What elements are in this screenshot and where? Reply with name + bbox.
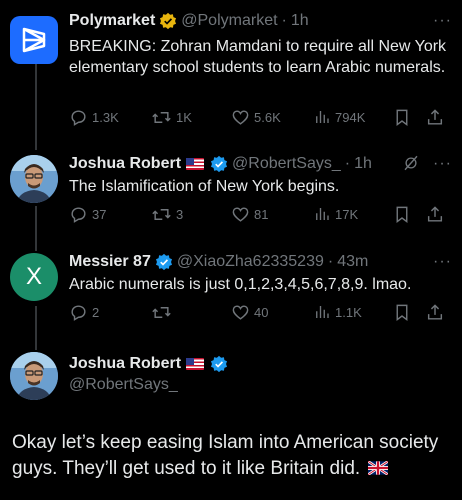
repost-count: 3 — [176, 206, 184, 222]
grok-icon[interactable] — [402, 154, 420, 177]
views-button[interactable]: 794K — [313, 108, 365, 126]
bookmark-icon — [396, 304, 408, 321]
reply-icon — [71, 206, 86, 223]
reply-count: 1.3K — [92, 109, 119, 125]
author-handle[interactable]: @XiaoZha62335239 — [177, 253, 324, 271]
author-handle[interactable]: @Polymarket — [181, 12, 277, 30]
like-button[interactable]: 5.6K — [231, 108, 281, 127]
avatar-letter: X — [25, 263, 42, 290]
view-count: 1.1K — [335, 304, 362, 320]
repost-button[interactable]: 3 — [151, 205, 183, 224]
repost-icon — [152, 306, 171, 318]
tweet-text: The Islamification of New York begins. — [69, 178, 340, 195]
blue-verified-badge-icon — [155, 253, 173, 271]
blue-verified-badge-icon — [210, 355, 228, 373]
tweet-header: Joshua Robert @RobertSays_ · 1h ··· — [69, 153, 452, 175]
timestamp[interactable]: 43m — [337, 253, 368, 271]
main-author-name[interactable]: Joshua Robert — [69, 355, 181, 373]
repost-button[interactable]: 1K — [151, 108, 192, 127]
tweet-header: Polymarket @Polymarket · 1h ··· — [69, 10, 452, 32]
tweet-header: Messier 87 @XiaoZha62335239 · 43m ··· — [69, 251, 452, 273]
bookmark-icon — [396, 109, 408, 126]
repost-icon — [152, 111, 171, 123]
author-name[interactable]: Joshua Robert — [69, 155, 181, 173]
tweet-joshua-robert[interactable]: Joshua Robert @RobertSays_ · 1h ··· The … — [0, 153, 462, 233]
share-button[interactable] — [426, 205, 444, 224]
more-options-icon[interactable]: ··· — [433, 12, 452, 30]
tweet-messier-87[interactable]: X Messier 87 @XiaoZha62335239 · 43m ··· … — [0, 251, 462, 331]
repost-count: 1K — [176, 109, 192, 125]
uk-flag-icon — [367, 457, 389, 476]
main-tweet[interactable]: Joshua Robert @RobertSays_ Okay let’s ke… — [0, 350, 462, 500]
like-button[interactable]: 40 — [231, 303, 268, 322]
share-button[interactable] — [426, 303, 444, 322]
views-chart-icon — [316, 208, 329, 220]
share-icon — [427, 108, 443, 125]
separator-dot: · — [281, 12, 287, 29]
share-icon — [427, 205, 443, 222]
view-count: 794K — [335, 109, 366, 125]
tweet-text: Arabic numerals is just 0,1,2,3,4,5,6,7,… — [69, 276, 412, 293]
bookmark-button[interactable] — [393, 205, 411, 224]
reply-button[interactable]: 1.3K — [69, 108, 119, 127]
main-tweet-text: Okay let’s keep easing Islam into Americ… — [12, 430, 452, 482]
like-count: 5.6K — [254, 109, 281, 125]
tweet-actions: 2 40 1.1K — [69, 301, 448, 323]
views-chart-icon — [316, 111, 329, 123]
heart-icon — [232, 304, 249, 320]
repost-button[interactable] — [151, 303, 176, 322]
reply-icon — [71, 109, 86, 126]
bookmark-icon — [396, 206, 408, 223]
us-flag-icon — [186, 358, 205, 370]
reply-button[interactable]: 37 — [69, 205, 106, 224]
repost-icon — [152, 208, 171, 220]
reply-button[interactable]: 2 — [69, 303, 99, 322]
main-author-avatar[interactable] — [10, 352, 58, 400]
separator-dot: · — [327, 253, 334, 270]
polymarket-logo-icon — [22, 27, 46, 53]
timestamp[interactable]: 1h — [354, 155, 372, 173]
view-count: 17K — [335, 206, 359, 222]
gold-verified-badge-icon — [159, 12, 177, 30]
like-button[interactable]: 81 — [231, 205, 268, 224]
author-name[interactable]: Polymarket — [69, 12, 155, 30]
polymarket-avatar[interactable] — [10, 16, 58, 64]
tweet-text: BREAKING: Zohran Mamdani to require all … — [69, 38, 447, 76]
timestamp[interactable]: 1h — [291, 12, 309, 30]
main-tweet-header: Joshua Robert @RobertSays_ — [69, 355, 232, 394]
views-button[interactable]: 1.1K — [313, 303, 362, 321]
messier-87-avatar[interactable]: X — [10, 253, 58, 301]
main-author-handle[interactable]: @RobertSays_ — [69, 376, 232, 394]
tweet-polymarket[interactable]: Polymarket @Polymarket · 1h ··· BREAKING… — [0, 10, 462, 135]
more-options-icon[interactable]: ··· — [433, 155, 452, 173]
person-photo-icon — [10, 352, 58, 400]
more-options-icon[interactable]: ··· — [433, 253, 452, 271]
main-author-name-row: Joshua Robert — [69, 355, 232, 373]
like-count: 40 — [254, 304, 269, 320]
reply-icon — [71, 304, 86, 321]
reply-count: 2 — [92, 304, 100, 320]
share-icon — [427, 303, 443, 320]
reply-count: 37 — [92, 206, 107, 222]
like-count: 81 — [254, 206, 269, 222]
bookmark-button[interactable] — [393, 108, 411, 127]
author-name[interactable]: Messier 87 — [69, 253, 151, 271]
views-chart-icon — [316, 306, 329, 318]
author-handle[interactable]: @RobertSays_ — [232, 155, 341, 173]
separator-dot: · — [344, 155, 351, 172]
heart-icon — [232, 206, 249, 222]
blue-verified-badge-icon — [210, 155, 228, 173]
share-button[interactable] — [426, 108, 444, 127]
bookmark-button[interactable] — [393, 303, 411, 322]
us-flag-icon — [186, 158, 205, 170]
joshua-robert-avatar[interactable] — [10, 155, 58, 203]
tweet-actions: 37 3 81 17K — [69, 203, 448, 225]
views-button[interactable]: 17K — [313, 205, 358, 223]
heart-icon — [232, 109, 249, 125]
tweet-actions: 1.3K 1K 5.6K 794K — [69, 106, 448, 128]
person-photo-icon — [10, 155, 58, 203]
